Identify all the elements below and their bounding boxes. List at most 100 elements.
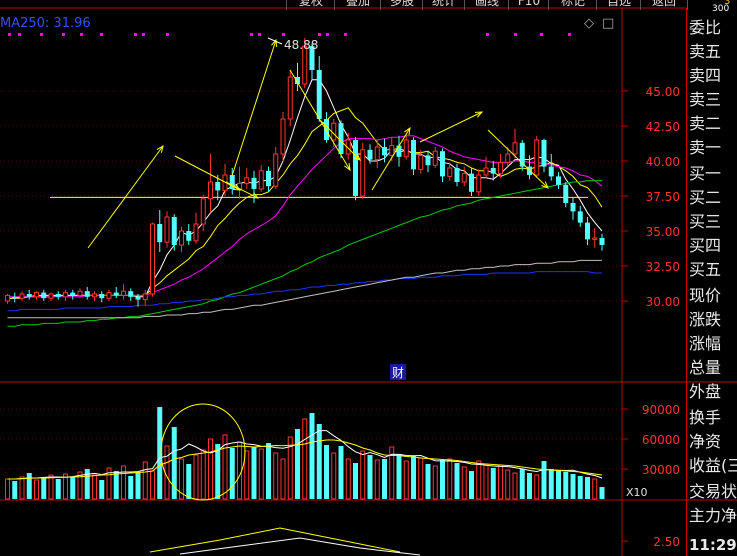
side-label: 净资 [689,432,722,451]
trend-arrow-line [419,111,483,143]
candle-body-up [164,216,170,243]
volume-bar-down [382,459,387,499]
candle-body-down [440,151,445,177]
signal-dot [8,33,11,36]
volume-bar-down [519,469,525,499]
side-label: 卖二 [689,114,722,133]
volume-bar-down [99,480,105,499]
candle-body-down [469,173,474,192]
volume-tick-label: 90000 [642,403,680,417]
candle-body-down [171,217,177,245]
side-label: 主力净 [689,506,737,525]
ma-line-ma10 [7,107,603,299]
candle-body-up [244,177,250,184]
candle-body-down [186,231,192,241]
volume-bar-down [599,487,605,499]
volume-bar-up [461,466,467,500]
menu-statistics[interactable]: 统计 [422,0,465,10]
side-label: 涨幅 [689,334,722,353]
indicator-tick-label: 2.50 [653,535,680,549]
candle-body-up [142,293,148,301]
candle-body-down [577,211,583,223]
side-label: 换手 [689,408,722,427]
volume-bar-up [280,458,286,500]
candle-body-down [266,170,271,187]
candle-body-down [548,166,554,177]
volume-bar-down [440,460,445,499]
menu-draw-line[interactable]: 画线 [464,0,509,10]
volume-bar-up [345,458,351,500]
candle-body-up [150,223,155,295]
volume-bar-up [273,452,279,500]
volume-bar-up [534,474,540,500]
candle-body-up [48,293,54,299]
candle-body-up [331,122,337,141]
candle-body-down [454,168,460,182]
signal-dot [40,33,43,36]
trend-arrow-head [404,126,411,135]
ma-line-ma60 [7,180,602,327]
volume-bar-up [418,457,424,500]
volume-bar-down [113,471,119,499]
volume-bar-up [164,445,170,500]
signal-dot [166,33,169,36]
menu-label: 多股 [389,0,414,8]
volume-bar-down [12,481,18,499]
trend-arrow-line [231,39,277,177]
volume-bar-down [316,424,322,499]
side-label: 买二 [689,188,722,207]
signal-dot [514,33,517,36]
candle-body-up [512,142,518,155]
volume-bar-up [302,418,308,500]
kline-chart-canvas[interactable]: 30.00 32.50 35.00 37.50 40.00 42.50 45.00 48.88… [0,0,737,556]
signal-dot [540,33,543,36]
volume-bar-down [548,469,554,499]
candle-body-down [26,294,32,297]
price-tick-label: 42.50 [646,120,680,134]
menu-watchlist[interactable]: 自选 [596,0,641,10]
volume-tick-label: 30000 [642,463,680,477]
candle-body-up [208,181,213,200]
volume-bar-down [324,445,329,499]
volume-bar-up [258,448,264,500]
candle-body-down [135,296,141,300]
menu-restore-rights[interactable]: 复权 [286,0,335,10]
menu-overlay[interactable]: 叠加 [334,0,381,10]
signal-dot [344,33,347,36]
volume-bar-up [512,472,518,500]
volume-bar-down [585,477,590,499]
trend-arrow-line [174,155,241,191]
side-label: 卖五 [689,42,722,61]
volume-bar-up [331,452,337,500]
signal-dot [18,33,21,36]
menu-f10[interactable]: F10 [508,0,549,10]
candle-body-down [128,291,134,297]
side-label: 收益(三 [689,456,737,475]
signal-dot [318,33,321,36]
candle-body-down [324,119,329,140]
volume-bar-up [200,449,206,500]
volume-bar-down [84,469,90,499]
volume-bar-up [150,470,155,500]
candle-body-down [157,224,163,243]
side-label: 卖一 [689,138,722,157]
candle-body-up [179,230,184,246]
menu-multi-stock[interactable]: 多股 [380,0,423,10]
volume-bar-up [498,464,503,500]
volume-bar-up [447,458,453,500]
menu-back[interactable]: 返回 [640,0,688,10]
volume-bar-down [309,413,315,499]
price-tick-label: 32.50 [646,260,680,274]
candle-body-down [396,145,402,157]
volume-bar-down [70,477,76,499]
candle-body-down [316,70,322,119]
candle-body-up [505,153,511,163]
volume-bar-down [266,443,271,499]
volume-bar-down [396,454,402,499]
volume-bar-up [5,478,10,500]
candle-body-down [99,294,105,299]
volume-bar-up [34,479,39,500]
volume-bar-down [229,448,235,499]
menu-mark[interactable]: 标记 [548,0,597,10]
volume-bar-down [26,473,32,499]
